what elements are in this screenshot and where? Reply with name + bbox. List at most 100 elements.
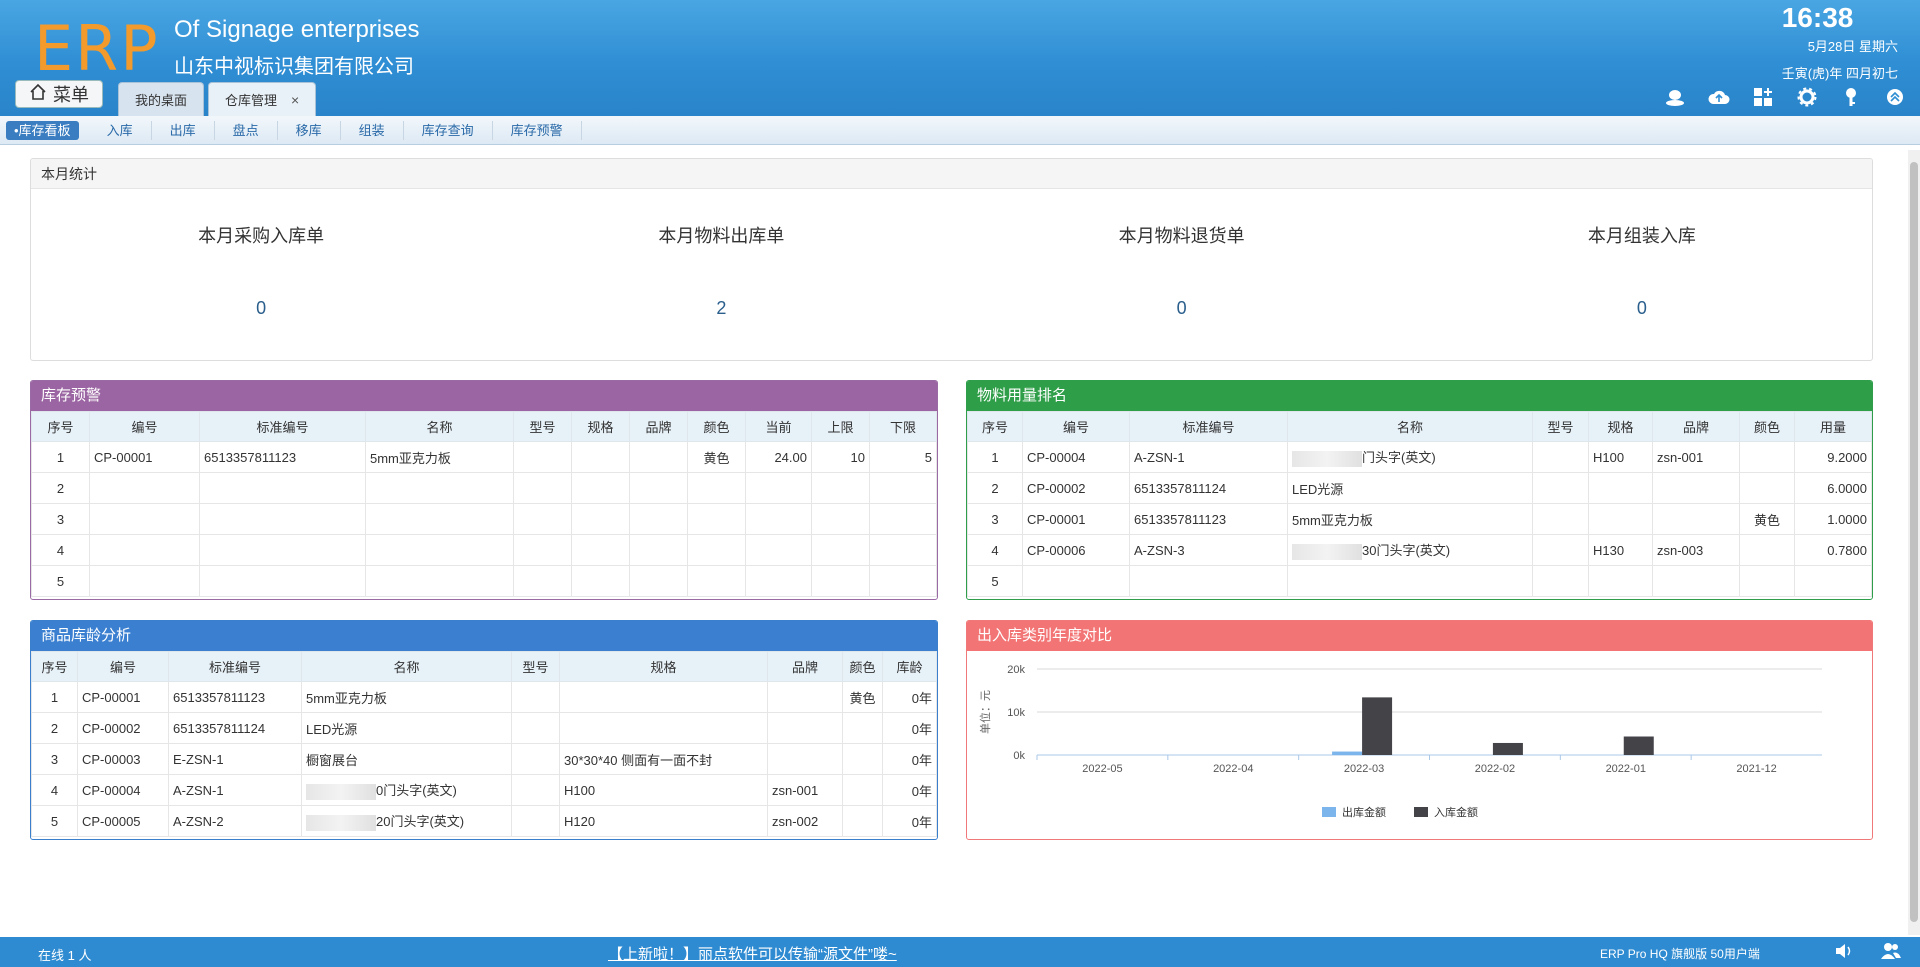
table-cell: CP-00006	[1022, 534, 1130, 566]
table-row[interactable]: 5	[31, 565, 937, 597]
table-row[interactable]: 1 CP-00004 A-ZSN-1 门头字(英文) H100 zsn-001 9.2000	[967, 441, 1872, 473]
table-cell	[1652, 565, 1740, 597]
table-cell	[199, 565, 366, 597]
table-cell: 4	[31, 534, 90, 566]
table-cell	[745, 503, 812, 535]
table-cell	[629, 565, 688, 597]
erp-logo: ERP	[34, 12, 160, 85]
table-row[interactable]: 3	[31, 503, 937, 535]
column-header: 规格	[571, 411, 630, 442]
column-header: 序号	[31, 651, 78, 682]
grid-plus-icon[interactable]	[1752, 86, 1774, 108]
table-cell: CP-00001	[89, 441, 200, 473]
table-cell: H100	[1588, 441, 1653, 473]
y-axis-label: 单位：元	[978, 690, 992, 734]
column-header: 规格	[559, 651, 768, 682]
subnav-inventory-warning[interactable]: 库存预警	[493, 120, 582, 140]
panel-title: 出入库类别年度对比	[967, 621, 1872, 651]
subnav-transfer[interactable]: 移库	[278, 120, 341, 140]
table-cell	[1588, 565, 1653, 597]
table-row[interactable]: 2 CP-00002 6513357811124 LED光源 0年	[31, 712, 937, 744]
cell-text: 0门头字(英文)	[376, 783, 457, 799]
subnav-stock-in[interactable]: 入库	[89, 120, 152, 140]
panel-title: 商品库龄分析	[31, 621, 937, 651]
toolbar-icons	[1664, 86, 1906, 108]
subnav-stock-out[interactable]: 出库	[152, 120, 215, 140]
table-cell	[89, 534, 200, 566]
column-header: 名称	[1287, 411, 1533, 442]
subnav-stocktake[interactable]: 盘点	[215, 120, 278, 140]
table-row[interactable]: 1 CP-00001 6513357811123 5mm亚克力板 黄色 0年	[31, 681, 937, 713]
tab-warehouse-management[interactable]: 仓库管理 ×	[208, 82, 317, 116]
table-row[interactable]: 3 CP-00003 E-ZSN-1 橱窗展台 30*30*40 侧面有一面不封 0年	[31, 743, 937, 775]
cloud-upload-icon[interactable]	[1708, 86, 1730, 108]
user-icon[interactable]	[1664, 86, 1686, 108]
redacted-text	[1292, 450, 1362, 467]
table-cell	[745, 534, 812, 566]
table-cell	[365, 565, 514, 597]
close-icon[interactable]: ×	[291, 92, 299, 108]
company-name-en: Of Signage enterprises	[174, 16, 420, 43]
stat-label: 本月物料出库单	[658, 226, 785, 246]
monthly-stats-panel: 本月统计 本月采购入库单 0 本月物料出库单 2 本月物料退货单 0 本月组装入…	[30, 158, 1873, 361]
table-cell: CP-00004	[77, 774, 169, 806]
stat-label: 本月物料退货单	[1118, 226, 1245, 246]
subnav-inventory-query[interactable]: 库存查询	[404, 120, 493, 140]
key-icon[interactable]	[1840, 86, 1862, 108]
table-cell: 6513357811124	[168, 712, 302, 744]
stat-value[interactable]: 0	[952, 298, 1412, 319]
table-cell: CP-00003	[77, 743, 169, 775]
table-cell: A-ZSN-2	[168, 805, 302, 837]
subnav-inventory-board[interactable]: •库存看板	[6, 120, 79, 140]
stat-assembly-in: 本月组装入库 0	[1412, 189, 1872, 319]
table-cell	[842, 805, 883, 837]
table-cell	[745, 565, 812, 597]
table-row[interactable]: 5	[967, 565, 1872, 597]
table-cell	[629, 441, 688, 473]
table-row[interactable]: 2	[31, 472, 937, 504]
table-cell: CP-00005	[77, 805, 169, 837]
x-tick-label: 2021-12	[1736, 763, 1776, 775]
legend-label: 出库金额	[1342, 805, 1386, 819]
table-row[interactable]: 5 CP-00005 A-ZSN-2 20门头字(英文) H120 zsn-002 0年	[31, 805, 937, 837]
edition-info: ERP Pro HQ 旗舰版 50用户端	[1600, 947, 1760, 961]
bar-chart: 0k 10k 20k 单位：元 2022-05 2022-04 2022-03 2022-02…	[978, 664, 1822, 819]
table-cell	[1652, 472, 1740, 504]
panel-title: 本月统计	[31, 159, 1872, 189]
cell-text: 30门头字(英文)	[1362, 543, 1451, 559]
table-row[interactable]: 4	[31, 534, 937, 566]
gear-icon[interactable]	[1796, 86, 1818, 108]
table-cell	[199, 534, 366, 566]
main-menu-button[interactable]: 菜单	[15, 80, 103, 108]
subnav-assembly[interactable]: 组装	[341, 120, 404, 140]
users-icon[interactable]	[1880, 942, 1902, 963]
column-header: 品牌	[629, 411, 688, 442]
table-cell	[869, 472, 937, 504]
collapse-icon[interactable]	[1884, 86, 1906, 108]
vertical-scrollbar[interactable]	[1908, 150, 1920, 935]
table-cell	[89, 565, 200, 597]
stat-value[interactable]: 0	[31, 298, 491, 319]
table-cell	[1739, 472, 1795, 504]
announcement-link[interactable]: 【上新啦！】丽点软件可以传输“源文件”喽~	[608, 943, 897, 964]
stat-value[interactable]: 0	[1412, 298, 1872, 319]
table-cell	[571, 565, 630, 597]
table-cell	[767, 712, 843, 744]
table-cell	[511, 681, 560, 713]
table-row[interactable]: 4 CP-00006 A-ZSN-3 30门头字(英文) H130 zsn-003 0.78…	[967, 534, 1872, 566]
scrollbar-thumb[interactable]	[1910, 162, 1918, 922]
inventory-warning-panel: 库存预警 序号 编号 标准编号 名称 型号 规格 品牌 颜色 当前 上限 下限 1 CP-00001 6…	[30, 380, 938, 600]
table-cell	[869, 503, 937, 535]
table-cell: 0年	[882, 805, 937, 837]
stat-value[interactable]: 2	[491, 298, 951, 319]
app-header: ERP Of Signage enterprises 山东中视标识集团有限公司 …	[0, 0, 1920, 116]
table-cell: A-ZSN-3	[1129, 534, 1288, 566]
table-row[interactable]: 1 CP-00001 6513357811123 5mm亚克力板 黄色 24.00 10 5	[31, 441, 937, 473]
table-row[interactable]: 4 CP-00004 A-ZSN-1 0门头字(英文) H100 zsn-001 0年	[31, 774, 937, 806]
table-row[interactable]: 3 CP-00001 6513357811123 5mm亚克力板 黄色 1.0000	[967, 503, 1872, 535]
tab-label: 我的桌面	[135, 93, 188, 108]
table-row[interactable]: 2 CP-00002 6513357811124 LED光源 6.0000	[967, 472, 1872, 504]
tab-my-desktop[interactable]: 我的桌面	[118, 82, 205, 116]
warning-table: 序号 编号 标准编号 名称 型号 规格 品牌 颜色 当前 上限 下限 1 CP-00001 651335…	[31, 411, 937, 597]
speaker-icon[interactable]	[1834, 942, 1854, 963]
